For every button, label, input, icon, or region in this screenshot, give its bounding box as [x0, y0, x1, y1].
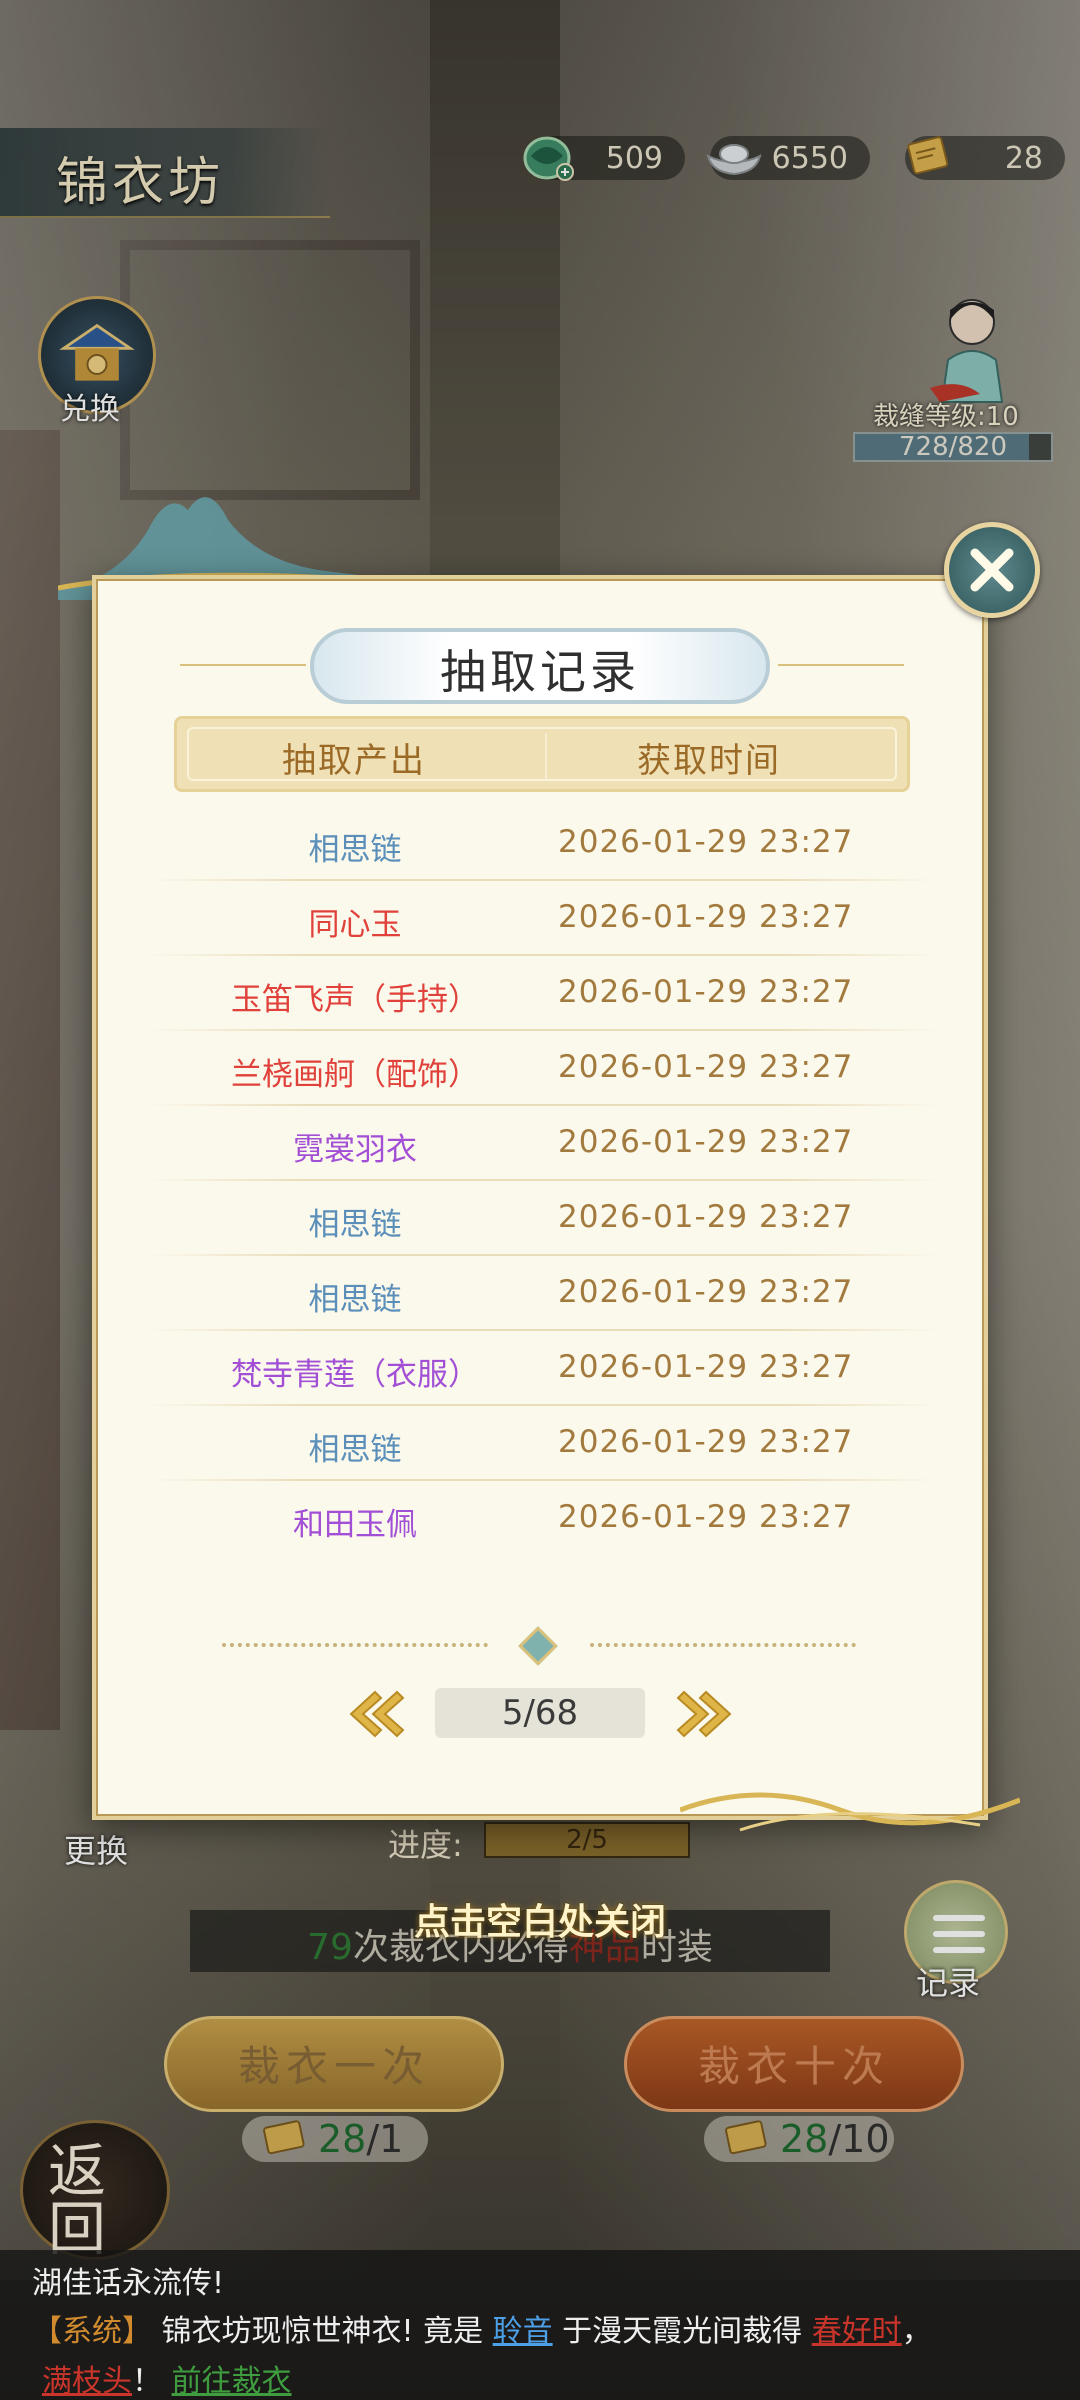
table-row: 相思链 2026-01-29 23:27: [150, 1256, 936, 1331]
cloud-swirl-decoration: [680, 1792, 1020, 1832]
chat-text-d: ！: [132, 2364, 172, 2399]
row-time: 2026-01-29 23:27: [558, 1124, 854, 1160]
row-item: 相思链: [308, 1282, 402, 1318]
chat-text-c: ，: [901, 2314, 932, 2349]
row-item: 霓裳羽衣: [293, 1132, 417, 1168]
row-item: 相思链: [308, 1432, 402, 1468]
chat-item-link[interactable]: 春好时: [812, 2314, 902, 2349]
row-time: 2026-01-29 23:27: [558, 1424, 854, 1460]
title-ornament-right: [778, 664, 904, 666]
page-indicator: 5/68: [435, 1688, 645, 1738]
chat-line-continued: 满枝头！ 前往裁衣: [42, 2356, 292, 2400]
row-time: 2026-01-29 23:27: [558, 899, 854, 935]
row-item: 玉笛飞声（手持）: [231, 982, 479, 1018]
column-header-item: 抽取产出: [282, 741, 426, 781]
modal-close-button[interactable]: [944, 522, 1040, 618]
row-time: 2026-01-29 23:27: [558, 1499, 854, 1535]
chat-item2-link[interactable]: 满枝头: [42, 2364, 132, 2399]
next-page-button[interactable]: [676, 1688, 736, 1740]
pager-separator-right: [590, 1643, 856, 1647]
row-time: 2026-01-29 23:27: [558, 1349, 854, 1385]
table-row: 梵寺青莲（衣服） 2026-01-29 23:27: [150, 1331, 936, 1406]
table-row: 玉笛飞声（手持） 2026-01-29 23:27: [150, 956, 936, 1031]
chat-system-tag: 【系统】: [32, 2314, 152, 2349]
pager-separator-left: [222, 1643, 488, 1647]
modal-title: 抽取记录: [440, 645, 640, 699]
row-item: 梵寺青莲（衣服）: [231, 1357, 479, 1393]
row-time: 2026-01-29 23:27: [558, 1274, 854, 1310]
table-row: 和田玉佩 2026-01-29 23:27: [150, 1481, 936, 1556]
goto-tailor-link[interactable]: 前往裁衣: [172, 2364, 292, 2399]
column-divider: [545, 733, 547, 779]
table-header: 抽取产出 获取时间: [174, 716, 910, 792]
row-item: 相思链: [308, 1207, 402, 1243]
title-ornament-left: [180, 664, 306, 666]
row-time: 2026-01-29 23:27: [558, 1049, 854, 1085]
row-item: 同心玉: [308, 907, 402, 943]
previous-page-button[interactable]: [345, 1688, 405, 1740]
chat-user-link[interactable]: 聆音: [493, 2314, 553, 2349]
close-icon: [970, 548, 1014, 592]
row-item: 兰桡画舸（配饰）: [231, 1057, 479, 1093]
chat-line-system: 【系统】 锦衣坊现惊世神衣! 竟是 聆音 于漫天霞光间裁得 春好时，: [32, 2306, 932, 2350]
row-time: 2026-01-29 23:27: [558, 1199, 854, 1235]
chat-text-b: 于漫天霞光间裁得: [552, 2314, 812, 2349]
row-time: 2026-01-29 23:27: [558, 974, 854, 1010]
table-row: 霓裳羽衣 2026-01-29 23:27: [150, 1106, 936, 1181]
chat-line-previous: 湖佳话永流传!: [32, 2266, 225, 2301]
chat-text-a: 锦衣坊现惊世神衣! 竟是: [152, 2314, 493, 2349]
column-header-time: 获取时间: [637, 741, 781, 781]
record-list: 相思链 2026-01-29 23:27 同心玉 2026-01-29 23:27 …: [150, 806, 936, 1556]
table-row: 相思链 2026-01-29 23:27: [150, 806, 936, 881]
row-time: 2026-01-29 23:27: [558, 824, 854, 860]
close-hint: 点击空白处关闭: [413, 1901, 666, 1943]
table-row: 相思链 2026-01-29 23:27: [150, 1406, 936, 1481]
table-row: 相思链 2026-01-29 23:27: [150, 1181, 936, 1256]
table-row: 兰桡画舸（配饰） 2026-01-29 23:27: [150, 1031, 936, 1106]
row-item: 和田玉佩: [293, 1507, 417, 1543]
row-item: 相思链: [308, 832, 402, 868]
table-row: 同心玉 2026-01-29 23:27: [150, 881, 936, 956]
